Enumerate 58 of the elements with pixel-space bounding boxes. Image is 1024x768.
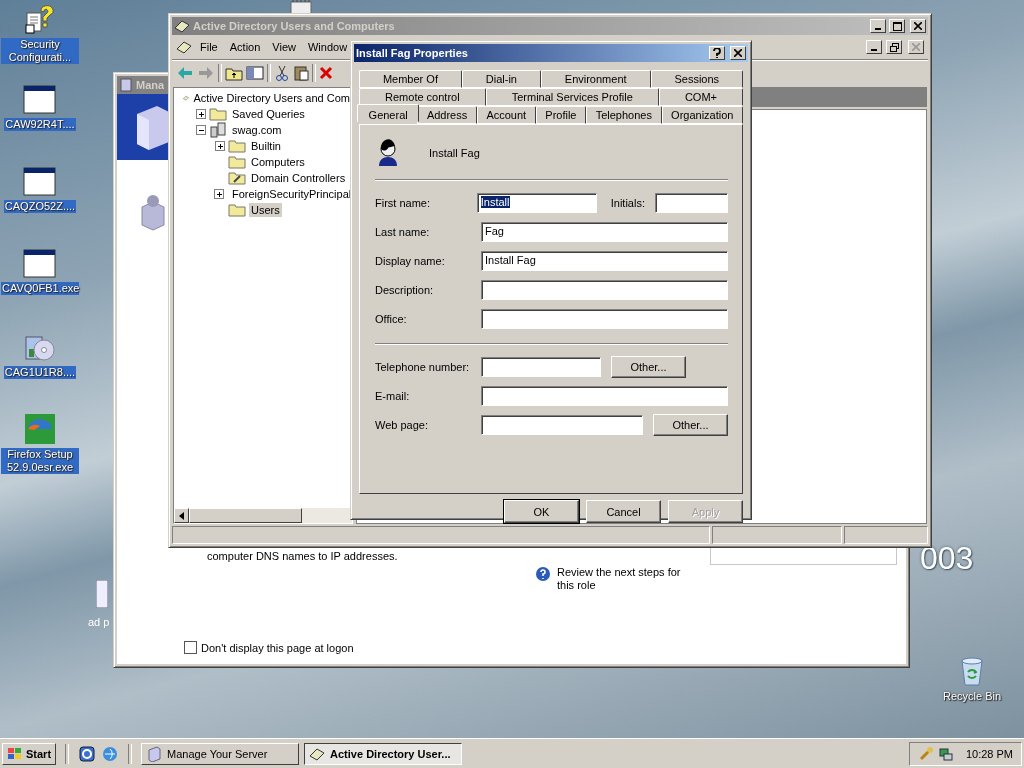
tree-item[interactable]: ForeignSecurityPrincipal [230, 187, 354, 201]
checkbox-label[interactable]: Don't display this page at logon [201, 641, 354, 654]
field-label: Web page: [375, 419, 429, 431]
user-name: Install Fag [429, 147, 480, 159]
start-button[interactable]: Start [2, 742, 57, 765]
tab[interactable]: Environment [540, 70, 651, 88]
input-field[interactable]: Install [476, 193, 597, 213]
tree-item[interactable]: Users [249, 203, 282, 217]
icon-label[interactable]: CAVQ0FB1.exe [1, 282, 79, 295]
next-steps-link[interactable]: Review the next steps for this role [557, 566, 697, 592]
icon-label[interactable]: CAQZO52Z.... [3, 200, 77, 213]
window-title: Active Directory Users and Computers [193, 20, 396, 32]
tab[interactable]: Sessions [650, 70, 743, 88]
menu-item[interactable]: View [268, 41, 300, 53]
taskbar-button[interactable]: Active Directory User... [304, 742, 463, 765]
tree-item[interactable]: Saved Queries [230, 107, 307, 121]
dialog-button[interactable]: Cancel [586, 500, 661, 523]
field-label: Last name: [375, 226, 431, 238]
menu-item[interactable]: Window [303, 41, 352, 53]
tab[interactable]: Member Of [359, 70, 462, 88]
icon-label[interactable]: Firefox Setup 52.9.0esr.exe [1, 448, 79, 474]
field-label: Telephone number: [375, 361, 471, 373]
tab[interactable]: Organization [661, 106, 744, 124]
field-label: Display name: [375, 255, 446, 267]
field-label: Office: [375, 313, 408, 325]
menu-item[interactable]: File [196, 41, 222, 53]
tab[interactable]: COM+ [658, 88, 743, 106]
role-description: computer DNS names to IP addresses. [207, 550, 398, 562]
tab[interactable]: General [357, 104, 420, 122]
dialog-button[interactable]: OK [504, 500, 579, 523]
input-field[interactable]: Install Fag [481, 251, 728, 271]
icon-label[interactable]: CAG1U1R8.... [3, 366, 77, 379]
tree-item[interactable]: swag.com [230, 123, 284, 137]
dialog-title: Install Fag Properties [356, 47, 469, 59]
field-label: Description: [375, 284, 435, 296]
tab[interactable]: Telephones [586, 106, 662, 124]
menu-item[interactable]: Action [225, 41, 265, 53]
other-button[interactable]: Other... [611, 356, 686, 378]
tree-item[interactable]: Domain Controllers [249, 171, 348, 185]
tree-item[interactable]: Builtin [249, 139, 283, 153]
field-label: E-mail: [375, 390, 411, 402]
tab[interactable]: Terminal Services Profile [485, 88, 659, 106]
window-title: Mana [136, 79, 165, 91]
taskbar-button[interactable]: Manage Your Server [141, 742, 300, 765]
clock: 10:28 PM [965, 747, 1013, 760]
other-button[interactable]: Other... [653, 414, 728, 436]
icon-label[interactable]: Security Configurati... [1, 38, 79, 64]
icon-label[interactable]: CAW92R4T.... [4, 118, 76, 131]
tree-item[interactable]: Active Directory Users and Com [191, 91, 352, 105]
tab[interactable]: Dial-in [461, 70, 541, 88]
tree-item[interactable]: Computers [249, 155, 307, 169]
field-label: First name: [375, 197, 431, 209]
wallpaper-text: 003 [920, 540, 974, 577]
tab[interactable]: Profile [535, 106, 587, 124]
field-label: Initials: [610, 197, 645, 209]
tab[interactable]: Account [476, 106, 536, 124]
tab[interactable]: Address [417, 106, 477, 124]
input-field[interactable]: Fag [481, 222, 728, 242]
